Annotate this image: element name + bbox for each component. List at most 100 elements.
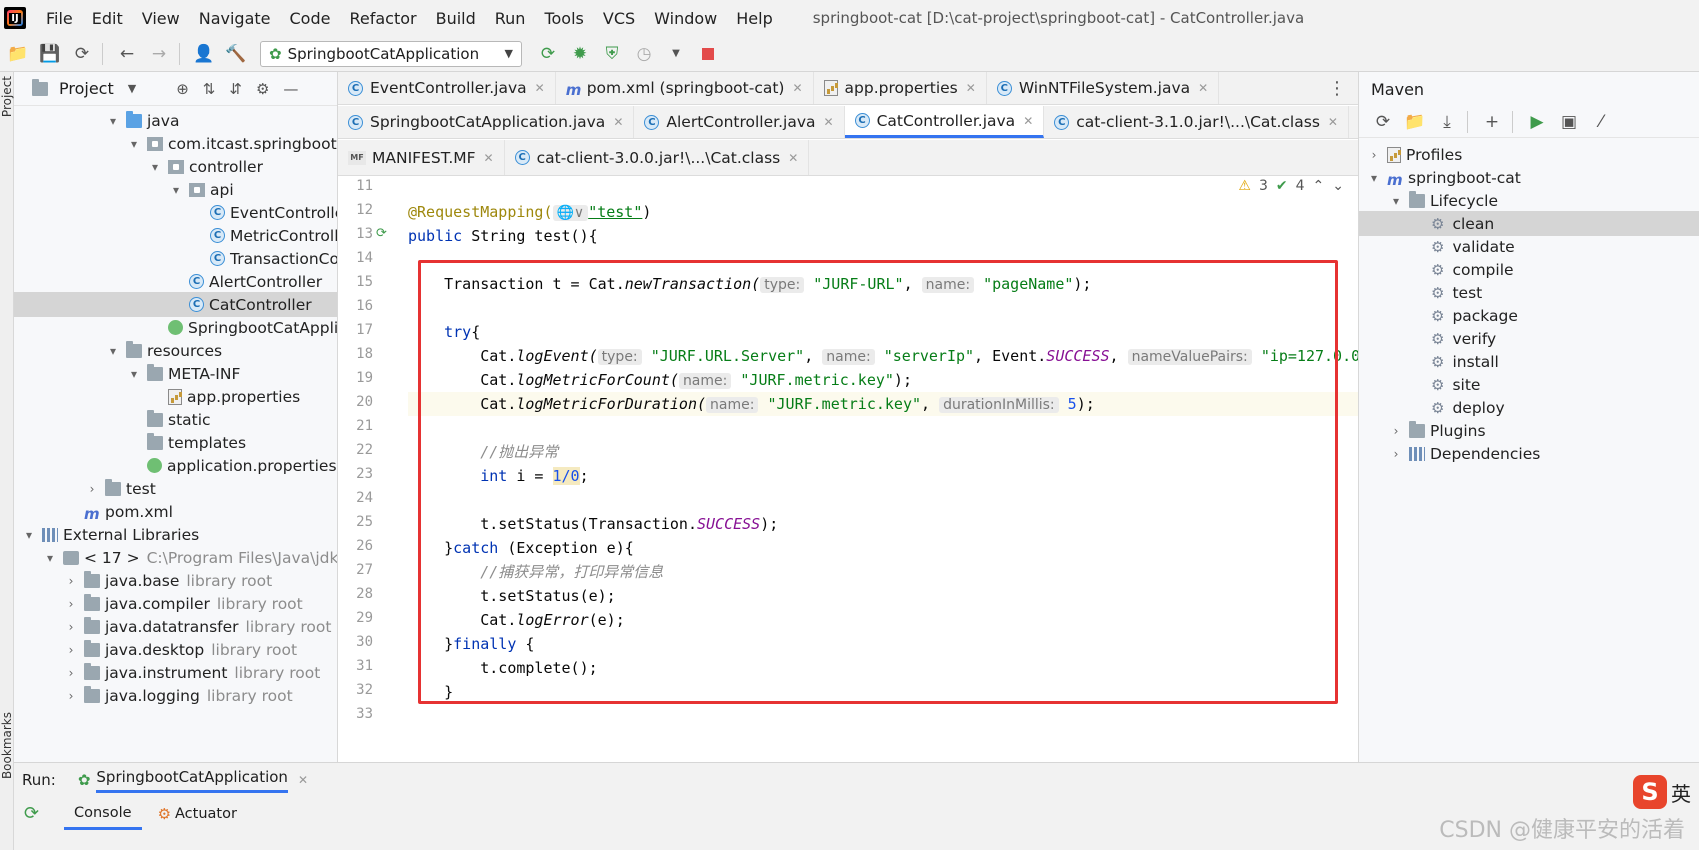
maven-tree-item[interactable]: ▾ m springboot-cat <box>1359 165 1521 190</box>
code-editor[interactable]: @RequestMapping(🌐∨ "test") public String … <box>408 176 1358 762</box>
project-tool-button[interactable]: Project <box>0 76 14 117</box>
tree-item[interactable]: C AlertController <box>14 269 322 294</box>
editor-tab[interactable]: C WinNTFileSystem.java ✕ <box>987 72 1220 104</box>
more-run-chevron-icon[interactable]: ▼ <box>662 40 690 68</box>
expand-arrow-icon[interactable]: ▾ <box>1367 171 1381 185</box>
expand-arrow-icon[interactable]: ▾ <box>22 528 36 542</box>
menu-build[interactable]: Build <box>436 9 476 28</box>
tree-item[interactable]: ▾ External Libraries <box>14 522 199 547</box>
menu-file[interactable]: File <box>46 9 73 28</box>
tree-item[interactable]: m pom.xml <box>14 499 173 524</box>
maven-tree-item[interactable]: ⚙ package <box>1359 303 1518 328</box>
maven-tree-item[interactable]: › Dependencies <box>1359 441 1541 466</box>
tree-item[interactable]: C CatController <box>14 292 337 317</box>
close-icon[interactable]: ✕ <box>824 115 834 129</box>
menu-vcs[interactable]: VCS <box>603 9 635 28</box>
editor-tab[interactable]: C AlertController.java ✕ <box>634 106 845 138</box>
profiler-icon[interactable]: ◷ <box>630 40 658 68</box>
run-config-tab[interactable]: SpringbootCatApplication <box>96 768 288 793</box>
menu-run[interactable]: Run <box>495 9 526 28</box>
more-tabs-icon[interactable]: ⋮ <box>1328 78 1346 99</box>
sync-icon[interactable]: ⟳ <box>68 40 96 68</box>
collapse-arrow-icon[interactable]: › <box>1367 148 1381 162</box>
build-hammer-icon[interactable]: 🔨 <box>222 40 250 68</box>
tree-item[interactable]: ▾ com.itcast.springbootcat <box>14 131 337 156</box>
tree-item[interactable]: › java.instrument library root <box>14 660 320 685</box>
close-icon[interactable]: ✕ <box>1198 81 1208 95</box>
maven-tree-item[interactable]: ⚙ site <box>1359 372 1480 397</box>
coverage-icon[interactable]: ⛨ <box>598 40 626 68</box>
tree-item[interactable]: › java.logging library root <box>14 683 293 708</box>
maven-tree-item[interactable]: › Profiles <box>1359 142 1463 167</box>
expand-all-icon[interactable]: ⇅ <box>203 80 216 98</box>
save-icon[interactable]: 💾 <box>36 40 64 68</box>
expand-arrow-icon[interactable]: ▾ <box>148 160 162 174</box>
back-arrow-icon[interactable]: ← <box>113 40 141 68</box>
tree-item[interactable]: ▾ controller <box>14 154 263 179</box>
tree-item[interactable]: SpringbootCatApplication <box>14 315 337 340</box>
maven-tree-item[interactable]: › Plugins <box>1359 418 1486 443</box>
collapse-arrow-icon[interactable]: › <box>85 482 99 496</box>
menu-tools[interactable]: Tools <box>544 9 583 28</box>
tree-item[interactable]: ▾ java <box>14 108 179 133</box>
gear-icon[interactable]: ⚙ <box>256 80 269 98</box>
tab-console[interactable]: Console <box>64 799 142 830</box>
maven-tree-item[interactable]: ⚙ validate <box>1359 234 1515 259</box>
close-icon[interactable]: ✕ <box>535 81 545 95</box>
menu-help[interactable]: Help <box>736 9 772 28</box>
menu-code[interactable]: Code <box>290 9 331 28</box>
forward-arrow-icon[interactable]: → <box>145 40 173 68</box>
collapse-arrow-icon[interactable]: › <box>1389 424 1403 438</box>
tree-item[interactable]: › java.base library root <box>14 568 272 593</box>
debug-bug-icon[interactable]: ✹ <box>566 40 594 68</box>
close-icon[interactable]: ✕ <box>1023 114 1033 128</box>
menu-refactor[interactable]: Refactor <box>349 9 416 28</box>
collapse-arrow-icon[interactable]: › <box>64 574 78 588</box>
close-icon[interactable]: ✕ <box>792 81 802 95</box>
collapse-arrow-icon[interactable]: › <box>64 689 78 703</box>
menu-view[interactable]: View <box>142 9 180 28</box>
tree-item[interactable]: static <box>14 407 211 432</box>
menu-navigate[interactable]: Navigate <box>199 9 271 28</box>
maven-tree-item[interactable]: ⚙ verify <box>1359 326 1496 351</box>
expand-arrow-icon[interactable]: ▾ <box>43 551 57 565</box>
tree-item[interactable]: › java.compiler library root <box>14 591 303 616</box>
editor-tab[interactable]: C SpringbootCatApplication.java ✕ <box>338 106 635 138</box>
editor-tab[interactable]: MF MANIFEST.MF ✕ <box>338 140 505 175</box>
collapse-all-icon[interactable]: ⇵ <box>229 80 242 98</box>
editor-tab[interactable]: C CatController.java ✕ <box>844 106 1045 138</box>
tree-item[interactable]: application.properties <box>14 453 337 478</box>
execute-goal-icon[interactable]: ▣ <box>1555 108 1583 136</box>
expand-arrow-icon[interactable]: ▾ <box>106 344 120 358</box>
inspection-widget[interactable]: ⚠ 3 ✔ 4 ⌃ ⌄ <box>1238 178 1344 194</box>
locate-file-icon[interactable]: ⊕ <box>176 80 189 98</box>
run-maven-icon[interactable]: ▶ <box>1523 108 1551 136</box>
toggle-offline-icon[interactable]: ⁄ <box>1587 108 1615 136</box>
maven-tree-item[interactable]: ⚙ clean <box>1359 211 1699 236</box>
editor-tab[interactable]: m pom.xml (springboot-cat) ✕ <box>556 72 814 104</box>
open-folder-icon[interactable]: 📁 <box>4 40 32 68</box>
project-panel-title[interactable]: Project <box>59 79 114 98</box>
tree-item[interactable]: › java.datatransfer library root <box>14 614 331 639</box>
tree-item[interactable]: ▾ META-INF <box>14 361 240 386</box>
editor-tab[interactable]: app.properties ✕ <box>814 72 987 104</box>
rerun-icon[interactable]: ⟳ <box>24 803 39 824</box>
editor-tab[interactable]: Ccat-client-3.1.0.jar!\...\Cat.class ✕ <box>1044 106 1349 138</box>
collapse-arrow-icon[interactable]: › <box>64 620 78 634</box>
editor-tab[interactable]: C EventController.java ✕ <box>338 72 556 104</box>
close-icon[interactable]: ✕ <box>613 115 623 129</box>
ime-indicator[interactable]: S 英 <box>1633 775 1691 809</box>
bookmarks-tool-button[interactable]: Bookmarks <box>0 712 14 779</box>
tab-actuator[interactable]: Actuator <box>171 800 247 828</box>
hide-panel-icon[interactable]: — <box>283 80 298 98</box>
tree-item[interactable]: ▾ < 17 > C:\Program Files\Java\jdk-17 <box>14 545 337 570</box>
chevron-up-icon[interactable]: ⌃ <box>1313 178 1325 194</box>
tree-item[interactable]: ▾ api <box>14 177 234 202</box>
rerun-icon[interactable]: ⟳ <box>534 40 562 68</box>
run-gutter-icon[interactable]: ⟳ <box>376 226 387 241</box>
expand-arrow-icon[interactable]: ▾ <box>169 183 183 197</box>
close-icon[interactable]: ✕ <box>966 81 976 95</box>
tree-item[interactable]: › test <box>14 476 156 501</box>
vcs-user-icon[interactable]: 👤 <box>190 40 218 68</box>
add-icon[interactable]: + <box>1478 108 1506 136</box>
